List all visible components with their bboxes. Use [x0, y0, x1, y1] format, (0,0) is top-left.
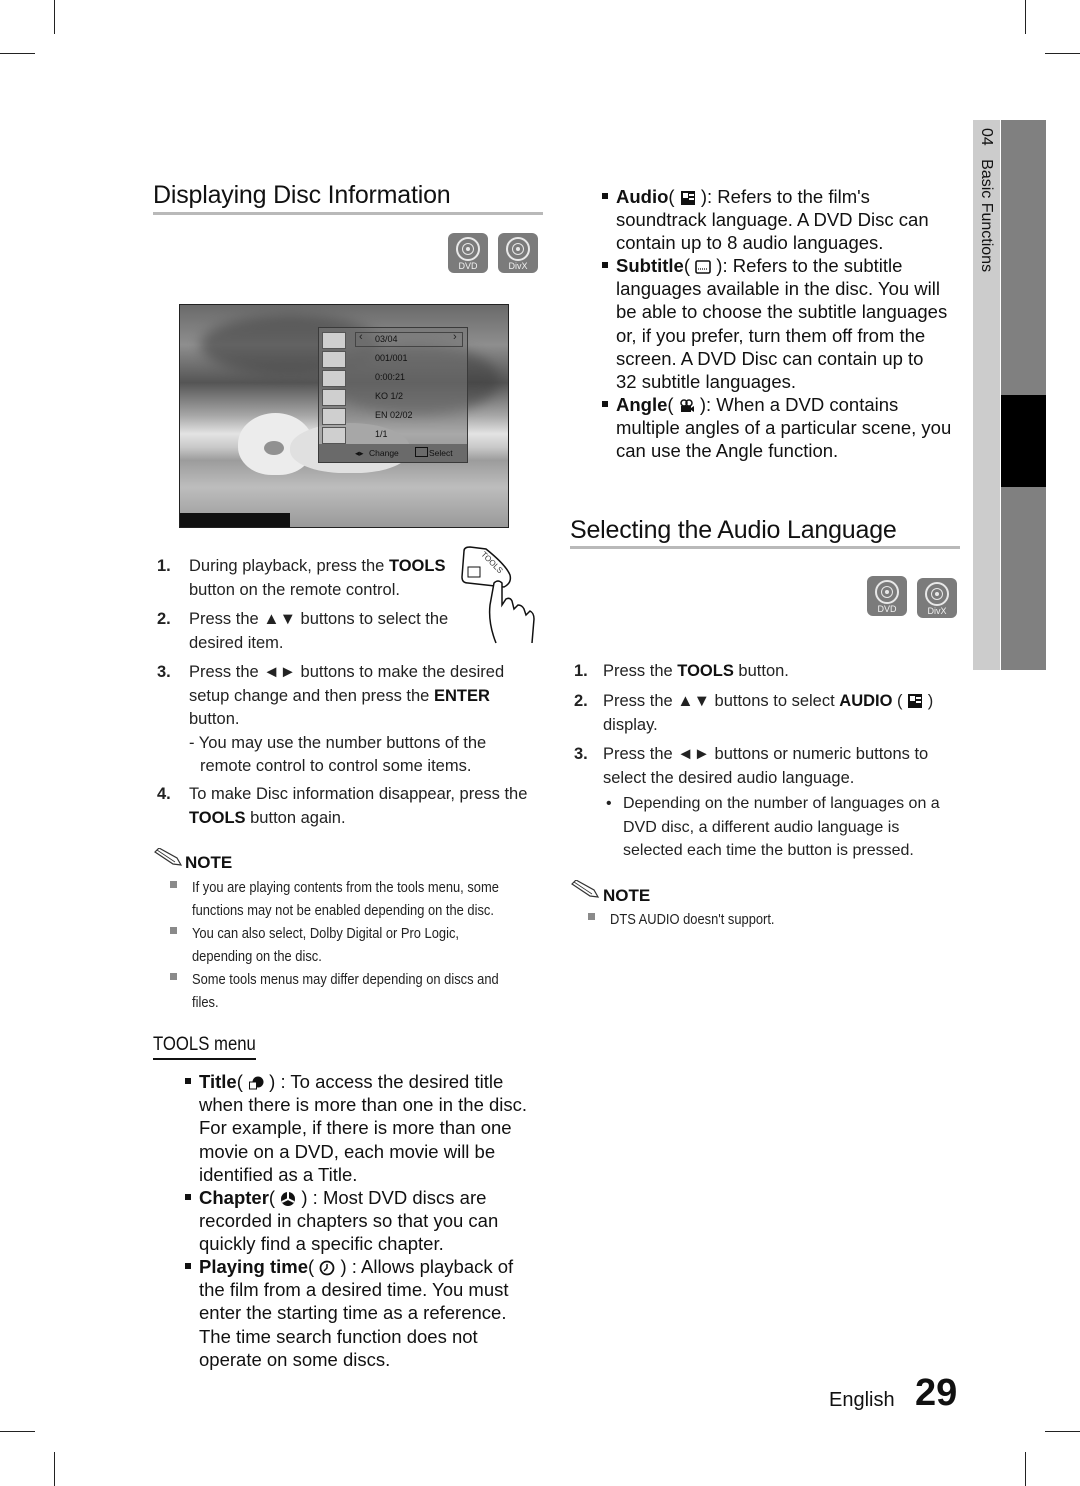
playing-time-icon	[322, 370, 346, 387]
playing-time-icon	[319, 1260, 335, 1276]
tools-item-subtitle: Subtitle( ): Refers to the subtitle lang…	[602, 254, 972, 393]
note-item: You can also select, Dolby Digital or Pr…	[192, 925, 459, 965]
tools-menu-heading: TOOLS menu	[153, 1034, 256, 1055]
step-4: 4. To make Disc information disappear, p…	[157, 785, 528, 827]
tools-remote-hand-illustration: TOOLS	[461, 546, 535, 644]
title-rule	[153, 212, 543, 215]
note-bullet-icon	[170, 927, 177, 934]
audio-step-1: 1. Press the TOOLS button.	[574, 662, 789, 680]
crop-mark	[54, 0, 55, 34]
step-2: 2. Press the ▲▼ buttons to select the des…	[157, 610, 449, 652]
step-3: 3. Press the ◄► buttons to make the desi…	[157, 663, 505, 775]
note-item: DTS AUDIO doesn't support.	[610, 911, 775, 928]
dvd-badge: DVD	[448, 233, 488, 273]
subtitle-icon	[695, 260, 711, 274]
note-item: If you are playing contents from the too…	[192, 879, 499, 919]
audio-step-3: 3. Press the ◄► buttons or numeric butto…	[574, 743, 964, 863]
bullet-icon	[185, 1078, 191, 1084]
subtitle-icon	[322, 408, 346, 425]
osd-audio-value[interactable]: KO 1/2	[375, 391, 403, 401]
audio-icon	[908, 694, 923, 708]
chapter-icon	[322, 351, 346, 368]
title-icon	[322, 332, 346, 349]
divx-badge: DivX	[917, 578, 957, 618]
disc-icon	[875, 580, 899, 604]
osd-change-label: Change	[369, 448, 399, 458]
osd-footer: ◂▸ Change Select	[319, 444, 467, 462]
note-bullet-icon	[588, 913, 595, 920]
disc-icon	[456, 237, 480, 261]
crop-mark	[0, 1431, 35, 1432]
tools-item-angle: Angle( ): When a DVD contains multiple a…	[602, 393, 972, 463]
note-heading: NOTE	[185, 853, 233, 872]
dvd-badge: DVD	[867, 576, 907, 616]
audio-step-2: 2. Press the ▲▼ buttons to select AUDIO …	[574, 692, 934, 734]
crop-mark	[0, 53, 35, 54]
osd-right-arrow: ›	[453, 331, 457, 343]
disc-icon	[925, 582, 949, 606]
enter-icon	[415, 447, 428, 457]
crop-mark	[1025, 1452, 1026, 1486]
audio-icon	[322, 389, 346, 406]
title-rule	[570, 546, 960, 549]
osd-title-value[interactable]: 03/04	[375, 334, 398, 344]
audio-icon	[680, 191, 695, 205]
audio-step-3-bullet: • Depending on the number of languages o…	[606, 792, 940, 863]
page-number: 29	[915, 1372, 958, 1414]
crop-mark	[1045, 1431, 1080, 1432]
angle-icon	[679, 399, 694, 412]
note-item: Some tools menus may differ depending on…	[192, 971, 499, 1011]
dot-bullet-icon: •	[606, 795, 612, 812]
pencil-note-icon	[571, 880, 600, 898]
section-title-audio-language: Selecting the Audio Language	[570, 516, 897, 544]
osd-time-value[interactable]: 0:00:21	[375, 372, 405, 382]
page-language: English	[829, 1389, 895, 1411]
bullet-icon	[602, 193, 608, 199]
note-bullet-icon	[170, 881, 177, 888]
osd-select-label: Select	[429, 448, 453, 458]
bullet-icon	[185, 1194, 191, 1200]
tools-item-playing-time: Playing time( ) : Allows playback of the…	[185, 1255, 545, 1371]
note-heading: NOTE	[603, 886, 651, 905]
chapter-icon	[281, 1192, 296, 1206]
chapter-number: 04	[978, 128, 995, 146]
tools-item-audio: Audio( ): Refers to the film's soundtrac…	[602, 185, 972, 255]
chapter-title: Basic Functions	[978, 159, 995, 273]
crop-mark	[1025, 0, 1026, 34]
tools-item-chapter: Chapter( ) : Most DVD discs are recorded…	[185, 1186, 545, 1256]
bullet-icon	[602, 401, 608, 407]
osd-subtitle-value[interactable]: EN 02/02	[375, 410, 413, 420]
disc-icon	[506, 237, 530, 261]
crop-mark	[54, 1452, 55, 1486]
floor-shadow	[180, 513, 290, 527]
chapter-tab-active-marker	[1001, 395, 1046, 487]
disc-info-osd: ‹ › 03/04 001/001 0:00:21 KO 1/2 EN 02/0…	[318, 327, 468, 463]
tools-menu-underline	[153, 1058, 256, 1060]
crop-mark	[1045, 53, 1080, 54]
osd-chapter-value[interactable]: 001/001	[375, 353, 408, 363]
angle-icon	[322, 427, 346, 444]
tools-item-title: Title( ) : To access the desired title w…	[185, 1070, 545, 1186]
disc-info-screenshot: ‹ › 03/04 001/001 0:00:21 KO 1/2 EN 02/0…	[179, 304, 509, 528]
osd-angle-value[interactable]: 1/1	[375, 429, 388, 439]
bullet-icon	[602, 262, 608, 268]
left-right-icon: ◂▸	[355, 448, 364, 458]
bullet-icon	[185, 1263, 191, 1269]
note-bullet-icon	[170, 973, 177, 980]
divx-badge: DivX	[498, 233, 538, 273]
pencil-note-icon	[154, 848, 183, 866]
step-1: 1. During playback, press the TOOLS butto…	[157, 557, 446, 599]
chapter-tab-label: 04 Basic Functions	[977, 128, 995, 272]
osd-selection-box	[355, 332, 463, 347]
title-icon	[249, 1076, 264, 1090]
section-title-disc-info: Displaying Disc Information	[153, 181, 451, 209]
osd-left-arrow: ‹	[359, 331, 363, 343]
puppy-face	[264, 441, 284, 455]
